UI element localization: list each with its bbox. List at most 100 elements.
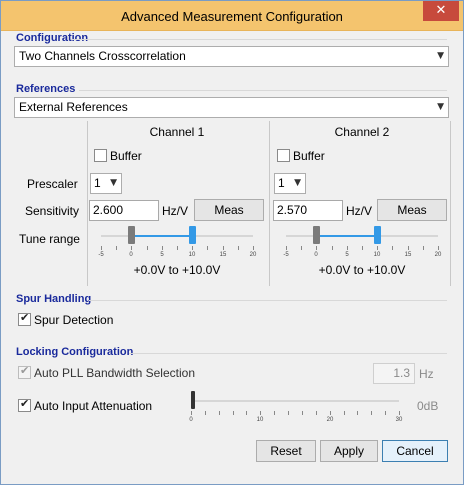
auto-input-checkbox[interactable]	[18, 397, 31, 412]
attenuation-slider[interactable]: 0 10 20 30	[189, 391, 402, 425]
channel1-tick-label: 15	[219, 252, 227, 258]
channel2-tick-label: 5	[345, 252, 349, 258]
attenuation-thumb[interactable]	[191, 391, 195, 409]
attenuation-tick	[399, 411, 400, 415]
attenuation-tick-label: 10	[256, 417, 264, 423]
channel2-meas-button[interactable]: Meas	[377, 199, 447, 221]
channel1-tick	[131, 246, 132, 250]
attenuation-tick	[344, 411, 345, 415]
title-bar[interactable]: Advanced Measurement Configuration ✕	[1, 1, 463, 31]
channel1-tick-label: 10	[188, 252, 196, 258]
attenuation-tick	[385, 411, 386, 415]
channel1-tune-range-slider[interactable]: -5 0 5 10 15 20	[98, 226, 256, 260]
attenuation-tick	[330, 411, 331, 415]
configuration-divider	[71, 39, 447, 40]
channel1-tick-label: 20	[249, 252, 257, 258]
channel1-tick	[147, 246, 148, 250]
auto-pll-label: Auto PLL Bandwidth Selection	[34, 366, 195, 380]
attenuation-tick	[191, 411, 192, 415]
channel1-slider-range	[131, 235, 192, 237]
bandwidth-unit: Hz	[419, 367, 434, 381]
channel1-tick	[253, 246, 254, 250]
close-icon[interactable]: ✕	[423, 1, 459, 21]
attenuation-tick-label: 0	[189, 417, 193, 423]
spur-divider	[89, 300, 447, 301]
channel2-high-thumb[interactable]	[374, 226, 381, 244]
channel1-tick	[162, 246, 163, 250]
channel1-prescaler-select[interactable]: 1 ▼	[90, 173, 122, 194]
locking-heading: Locking Configuration	[16, 346, 134, 358]
channel1-left-divider	[87, 121, 88, 286]
attenuation-tick	[316, 411, 317, 415]
apply-button[interactable]: Apply	[320, 440, 378, 462]
channel2-tick	[392, 246, 393, 250]
channel1-tick	[207, 246, 208, 250]
references-divider	[79, 90, 447, 91]
channel2-tick	[332, 246, 333, 250]
locking-divider	[129, 353, 447, 354]
references-heading: References	[16, 83, 76, 95]
channel2-tick-label: 15	[404, 252, 412, 258]
channel2-tick	[362, 246, 363, 250]
chevron-down-icon: ▼	[437, 51, 444, 61]
channel1-tick-label: -5	[98, 252, 104, 258]
attenuation-tick	[219, 411, 220, 415]
channel2-tick	[316, 246, 317, 250]
attenuation-tick	[233, 411, 234, 415]
channel2-tick	[438, 246, 439, 250]
auto-pll-checkbox[interactable]	[18, 364, 31, 379]
channel2-sensitivity-input[interactable]: 2.570	[273, 200, 343, 221]
attenuation-tick	[288, 411, 289, 415]
channel1-tick-label: 0	[129, 252, 133, 258]
channel1-meas-button[interactable]: Meas	[194, 199, 264, 221]
channel1-tick	[223, 246, 224, 250]
chevron-down-icon: ▼	[437, 102, 444, 112]
channel1-buffer-checkbox[interactable]	[94, 149, 107, 162]
spur-detection-label: Spur Detection	[34, 313, 114, 327]
channel2-range-text: +0.0V to +10.0V	[318, 263, 406, 277]
channel2-tick	[377, 246, 378, 250]
channel2-tick	[347, 246, 348, 250]
channel2-right-divider	[450, 121, 451, 286]
references-select[interactable]: External References ▼	[14, 97, 449, 118]
channel2-tick-label: 20	[434, 252, 442, 258]
attenuation-slider-track	[191, 400, 399, 402]
attenuation-tick	[371, 411, 372, 415]
channel1-tick	[177, 246, 178, 250]
channel1-low-thumb[interactable]	[128, 226, 135, 244]
channel2-tick	[286, 246, 287, 250]
channel2-buffer-checkbox[interactable]	[277, 149, 290, 162]
channel2-prescaler-value: 1	[278, 176, 285, 190]
configuration-select[interactable]: Two Channels Crosscorrelation ▼	[14, 46, 449, 67]
channel2-tick-label: 0	[314, 252, 318, 258]
channel1-tick	[238, 246, 239, 250]
spur-detection-checkbox[interactable]	[18, 311, 31, 326]
dialog-window: Advanced Measurement Configuration ✕ Con…	[0, 0, 464, 485]
channel2-tick	[301, 246, 302, 250]
reset-button[interactable]: Reset	[256, 440, 316, 462]
channel1-tick	[192, 246, 193, 250]
channel2-low-thumb[interactable]	[313, 226, 320, 244]
bandwidth-input[interactable]: 1.3	[373, 363, 415, 384]
channel1-tick-label: 5	[160, 252, 164, 258]
prescaler-label: Prescaler	[27, 177, 78, 191]
channel1-prescaler-value: 1	[94, 176, 101, 190]
attenuation-tick	[357, 411, 358, 415]
channel2-tick	[408, 246, 409, 250]
channel2-tune-range-slider[interactable]: -5 0 5 10 15 20	[283, 226, 441, 260]
channel1-tick	[116, 246, 117, 250]
chevron-down-icon: ▼	[294, 178, 301, 188]
channel2-buffer-label: Buffer	[293, 149, 325, 163]
chevron-down-icon: ▼	[110, 178, 117, 188]
channel1-range-text: +0.0V to +10.0V	[133, 263, 221, 277]
cancel-button[interactable]: Cancel	[382, 440, 448, 462]
channel1-sensitivity-input[interactable]: 2.600	[89, 200, 159, 221]
configuration-select-value: Two Channels Crosscorrelation	[19, 49, 186, 63]
channel1-high-thumb[interactable]	[189, 226, 196, 244]
channel2-title: Channel 2	[334, 125, 390, 139]
channel1-title: Channel 1	[149, 125, 205, 139]
channel-middle-divider	[269, 121, 270, 286]
channel2-prescaler-select[interactable]: 1 ▼	[274, 173, 306, 194]
channel1-unit-label: Hz/V	[162, 204, 189, 218]
attenuation-tick-label: 20	[326, 417, 334, 423]
